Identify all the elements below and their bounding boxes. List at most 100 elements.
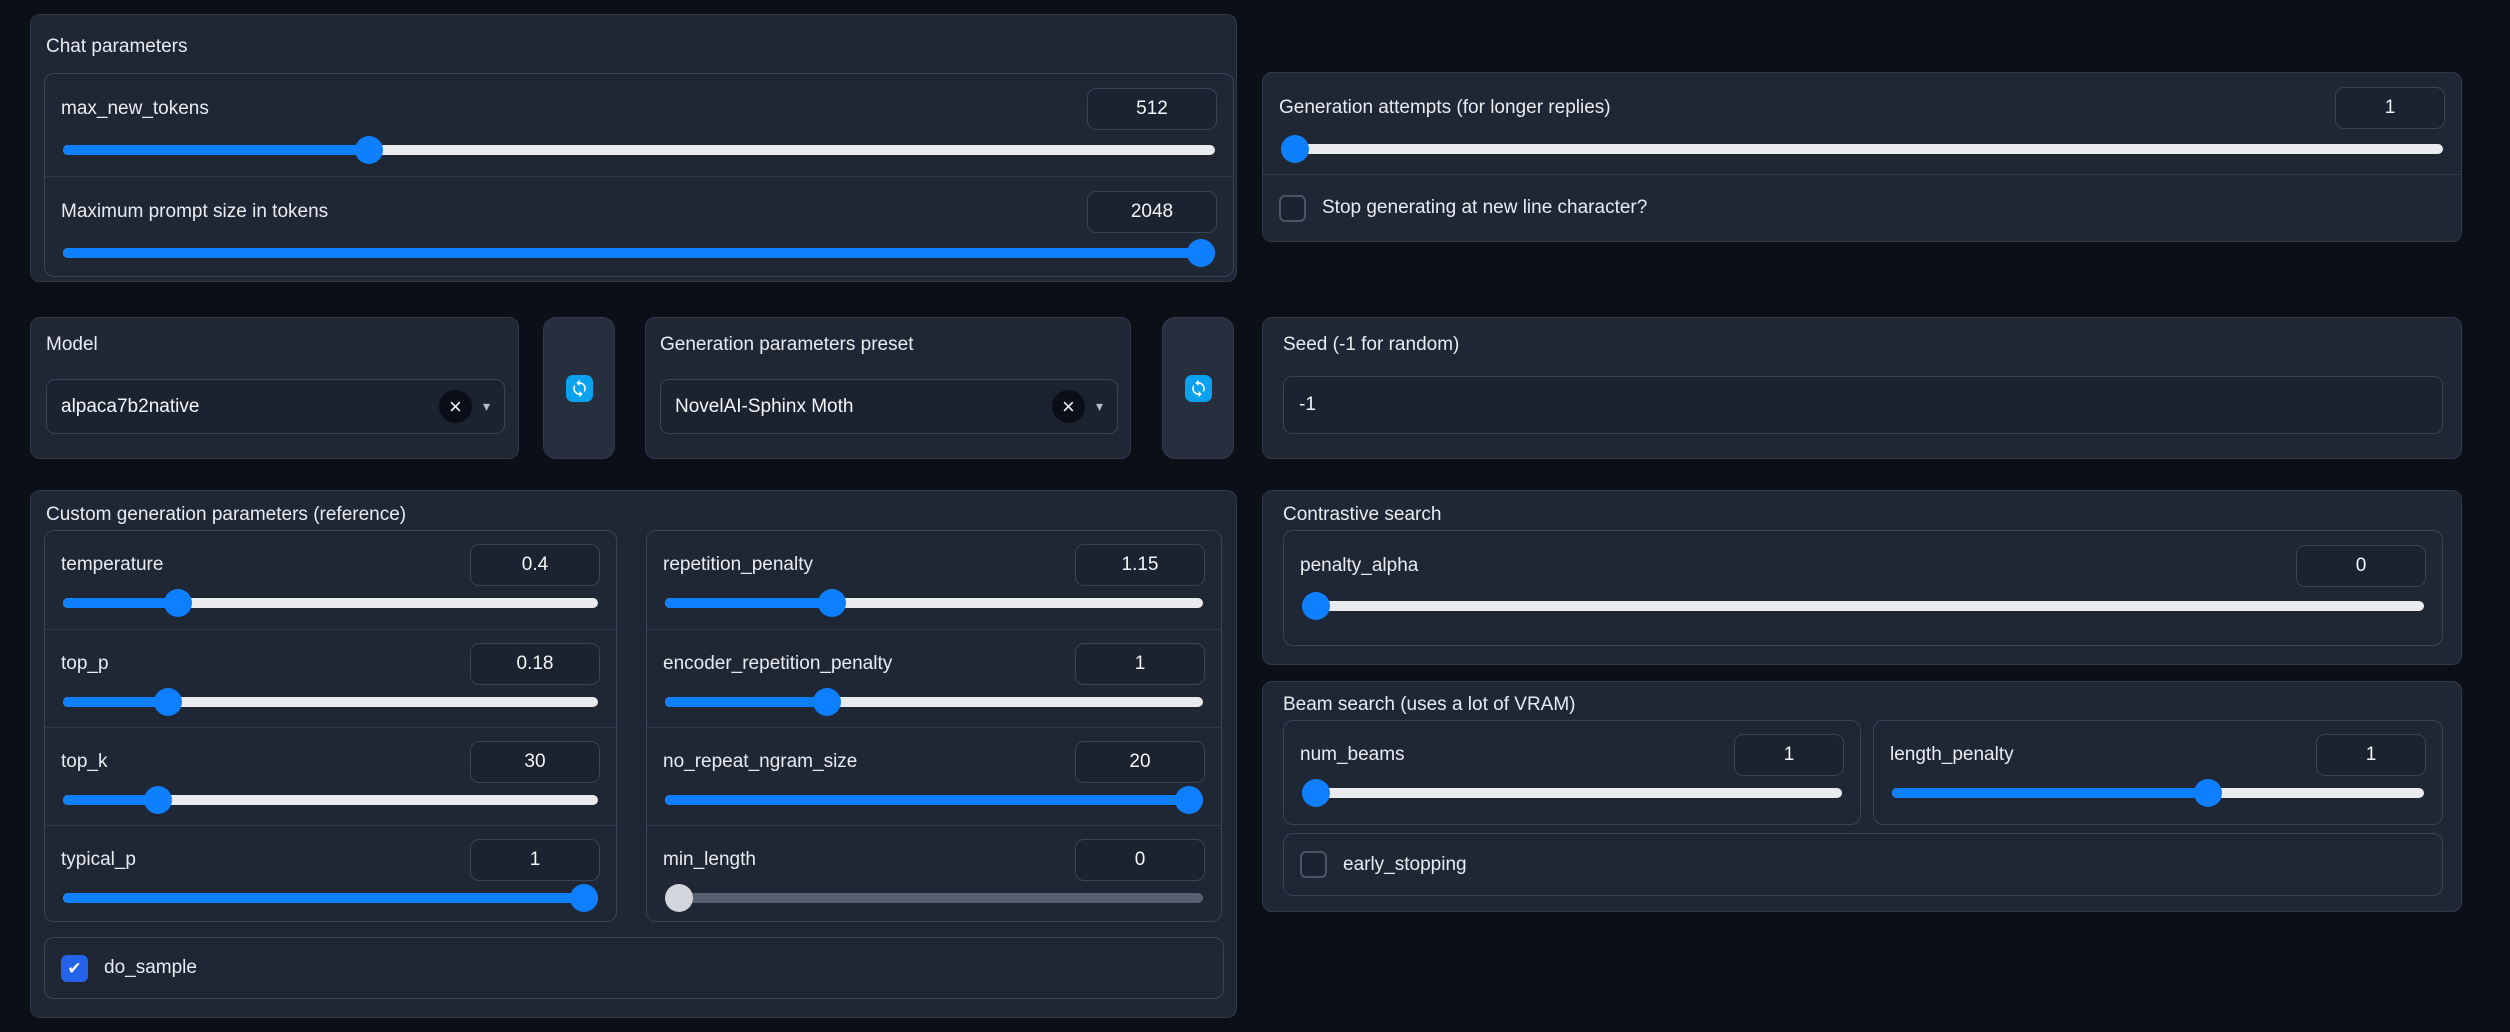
top-p-slider[interactable] <box>63 697 598 707</box>
top-p-label: top_p <box>61 653 109 675</box>
top-k-slider[interactable] <box>63 795 598 805</box>
length-penalty-value-input[interactable]: 1 <box>2316 734 2426 776</box>
length-penalty-group: length_penalty 1 <box>1873 720 2443 825</box>
slider-handle[interactable] <box>570 884 598 912</box>
repetition-penalty-row: repetition_penalty 1.15 <box>647 531 1221 629</box>
penalty-alpha-value-input[interactable]: 0 <box>2296 545 2426 587</box>
slider-handle[interactable] <box>1187 239 1215 267</box>
top-k-value-input[interactable]: 30 <box>470 741 600 783</box>
max-new-tokens-label: max_new_tokens <box>61 98 209 120</box>
stop-new-line-checkbox[interactable]: ✔ <box>1279 195 1306 222</box>
penalty-alpha-group: penalty_alpha 0 <box>1283 530 2443 646</box>
encoder-repetition-penalty-value-input[interactable]: 1 <box>1075 643 1205 685</box>
slider-fill <box>63 248 1201 258</box>
preset-clear-button[interactable]: × <box>1052 390 1085 423</box>
num-beams-row: num_beams 1 <box>1284 721 1860 824</box>
seed-panel: Seed (-1 for random) -1 <box>1262 317 2462 459</box>
chevron-down-icon: ▾ <box>1096 398 1103 415</box>
slider-fill <box>665 598 832 608</box>
max-new-tokens-slider[interactable] <box>63 145 1215 155</box>
max-prompt-size-row: Maximum prompt size in tokens 2048 <box>45 176 1233 276</box>
slider-fill <box>665 795 1189 805</box>
length-penalty-slider[interactable] <box>1892 788 2424 798</box>
do-sample-label: do_sample <box>104 957 197 979</box>
repetition-penalty-label: repetition_penalty <box>663 554 813 576</box>
do-sample-checkbox[interactable]: ✔ <box>61 955 88 982</box>
penalty-alpha-slider[interactable] <box>1302 601 2424 611</box>
penalty-alpha-row: penalty_alpha 0 <box>1284 531 2442 645</box>
slider-handle[interactable] <box>1302 592 1330 620</box>
slider-fill <box>665 697 827 707</box>
num-beams-label: num_beams <box>1300 744 1405 766</box>
temperature-row: temperature 0.4 <box>45 531 616 629</box>
slider-handle[interactable] <box>1281 135 1309 163</box>
num-beams-value-input[interactable]: 1 <box>1734 734 1844 776</box>
encoder-repetition-penalty-slider[interactable] <box>665 697 1203 707</box>
model-title: Model <box>46 334 98 356</box>
no-repeat-ngram-label: no_repeat_ngram_size <box>663 751 857 773</box>
min-length-value-input[interactable]: 0 <box>1075 839 1205 881</box>
typical-p-value-input[interactable]: 1 <box>470 839 600 881</box>
slider-handle[interactable] <box>1175 786 1203 814</box>
no-repeat-ngram-slider[interactable] <box>665 795 1203 805</box>
generation-attempts-value-input[interactable]: 1 <box>2335 87 2445 129</box>
early-stopping-label: early_stopping <box>1343 854 1467 876</box>
typical-p-row: typical_p 1 <box>45 825 616 921</box>
chat-parameters-title: Chat parameters <box>46 36 188 58</box>
typical-p-slider[interactable] <box>63 893 598 903</box>
chat-parameters-panel: Chat parameters max_new_tokens 512 Maxim… <box>30 14 1237 282</box>
preset-panel: Generation parameters preset NovelAI-Sph… <box>645 317 1131 459</box>
temperature-value-input[interactable]: 0.4 <box>470 544 600 586</box>
min-length-slider[interactable] <box>665 893 1203 903</box>
contrastive-search-panel: Contrastive search penalty_alpha 0 <box>1262 490 2462 665</box>
length-penalty-label: length_penalty <box>1890 744 2014 766</box>
early-stopping-group: ✔ early_stopping <box>1283 833 2443 896</box>
max-new-tokens-value-input[interactable]: 512 <box>1087 88 1217 130</box>
beam-search-title: Beam search (uses a lot of VRAM) <box>1283 694 1576 716</box>
max-prompt-size-slider[interactable] <box>63 248 1215 258</box>
beam-search-panel: Beam search (uses a lot of VRAM) num_bea… <box>1262 681 2462 912</box>
refresh-icon <box>566 375 593 402</box>
temperature-slider[interactable] <box>63 598 598 608</box>
max-prompt-size-value-input[interactable]: 2048 <box>1087 191 1217 233</box>
app-root: Chat parameters max_new_tokens 512 Maxim… <box>0 0 2510 1032</box>
close-icon: × <box>449 396 462 418</box>
slider-handle[interactable] <box>1302 779 1330 807</box>
model-clear-button[interactable]: × <box>439 390 472 423</box>
repetition-penalty-slider[interactable] <box>665 598 1203 608</box>
num-beams-slider[interactable] <box>1302 788 1842 798</box>
no-repeat-ngram-row: no_repeat_ngram_size 20 <box>647 727 1221 825</box>
generation-attempts-panel: Generation attempts (for longer replies)… <box>1262 72 2462 242</box>
slider-fill <box>63 598 178 608</box>
slider-handle[interactable] <box>154 688 182 716</box>
chat-parameters-group: max_new_tokens 512 Maximum prompt size i… <box>44 73 1234 277</box>
slider-handle[interactable] <box>665 884 693 912</box>
generation-attempts-row: Generation attempts (for longer replies)… <box>1263 73 2461 174</box>
seed-input[interactable]: -1 <box>1283 376 2443 434</box>
slider-handle[interactable] <box>144 786 172 814</box>
slider-handle[interactable] <box>355 136 383 164</box>
preset-dropdown-value: NovelAI-Sphinx Moth <box>675 396 1052 418</box>
no-repeat-ngram-value-input[interactable]: 20 <box>1075 741 1205 783</box>
top-p-value-input[interactable]: 0.18 <box>470 643 600 685</box>
slider-handle[interactable] <box>818 589 846 617</box>
slider-handle[interactable] <box>2194 779 2222 807</box>
model-refresh-button[interactable] <box>543 317 615 459</box>
preset-dropdown[interactable]: NovelAI-Sphinx Moth × ▾ <box>660 379 1118 434</box>
early-stopping-checkbox[interactable]: ✔ <box>1300 851 1327 878</box>
encoder-repetition-penalty-label: encoder_repetition_penalty <box>663 653 892 675</box>
model-dropdown[interactable]: alpaca7b2native × ▾ <box>46 379 505 434</box>
model-panel: Model alpaca7b2native × ▾ <box>30 317 519 459</box>
chevron-down-icon: ▾ <box>483 398 490 415</box>
repetition-penalty-value-input[interactable]: 1.15 <box>1075 544 1205 586</box>
preset-title: Generation parameters preset <box>660 334 913 356</box>
do-sample-group: ✔ do_sample <box>44 937 1224 999</box>
generation-attempts-slider[interactable] <box>1281 144 2443 154</box>
min-length-row: min_length 0 <box>647 825 1221 921</box>
slider-handle[interactable] <box>164 589 192 617</box>
contrastive-search-title: Contrastive search <box>1283 504 1441 526</box>
min-length-label: min_length <box>663 849 756 871</box>
slider-handle[interactable] <box>813 688 841 716</box>
preset-refresh-button[interactable] <box>1162 317 1234 459</box>
custom-params-right-group: repetition_penalty 1.15 encoder_repetiti… <box>646 530 1222 922</box>
